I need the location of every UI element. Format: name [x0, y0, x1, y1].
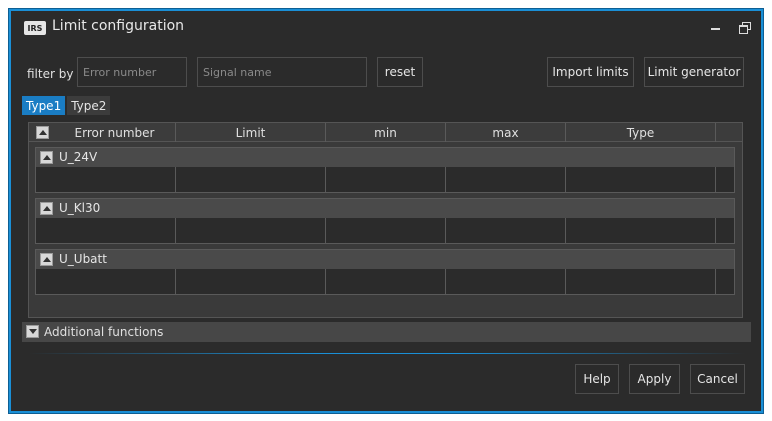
cell-max[interactable] — [446, 167, 566, 192]
divider — [29, 353, 745, 354]
type-tabs: Type1 Type2 — [22, 96, 112, 115]
import-limits-button[interactable]: Import limits — [547, 57, 634, 87]
help-button[interactable]: Help — [575, 364, 619, 394]
group-name: U_24V — [59, 150, 98, 164]
cell-limit[interactable] — [176, 269, 326, 294]
cell-min[interactable] — [326, 269, 446, 294]
cell-type[interactable] — [566, 269, 716, 294]
group-header[interactable]: U_24V — [36, 148, 734, 167]
table-row[interactable] — [36, 167, 734, 192]
cell-error-number[interactable] — [36, 269, 176, 294]
cell-min[interactable] — [326, 167, 446, 192]
cell-limit[interactable] — [176, 167, 326, 192]
reset-button[interactable]: reset — [377, 57, 423, 87]
cell-error-number[interactable] — [36, 218, 176, 243]
group-header[interactable]: U_Kl30 — [36, 199, 734, 218]
expand-icon[interactable] — [26, 325, 39, 338]
title-bar: IRS Limit configuration — [11, 11, 761, 43]
error-number-filter-input[interactable] — [77, 57, 187, 87]
app-logo: IRS — [24, 21, 46, 35]
group-name: U_Kl30 — [59, 201, 101, 215]
group-header[interactable]: U_Ubatt — [36, 250, 734, 269]
group-row-u-24v: U_24V — [35, 147, 735, 193]
collapse-all-icon[interactable] — [36, 126, 49, 139]
column-header-min[interactable]: min — [326, 123, 446, 142]
tab-type2[interactable]: Type2 — [67, 96, 111, 115]
group-row-u-kl30: U_Kl30 — [35, 198, 735, 244]
cell-type[interactable] — [566, 167, 716, 192]
minimize-icon[interactable] — [708, 19, 724, 35]
column-header-max[interactable]: max — [446, 123, 566, 142]
column-header-limit[interactable]: Limit — [176, 123, 326, 142]
restore-icon[interactable] — [737, 19, 753, 35]
tab-type1[interactable]: Type1 — [22, 96, 66, 115]
group-row-u-ubatt: U_Ubatt — [35, 249, 735, 295]
table-row[interactable] — [36, 218, 734, 243]
collapse-icon[interactable] — [40, 202, 53, 215]
cancel-button[interactable]: Cancel — [690, 364, 745, 394]
window-title: Limit configuration — [52, 18, 185, 34]
limits-table: Error number Limit min max Type U_24V U_ — [28, 122, 743, 318]
cell-error-number[interactable] — [36, 167, 176, 192]
cell-limit[interactable] — [176, 218, 326, 243]
limit-configuration-window: IRS Limit configuration filter by reset … — [9, 9, 763, 413]
cell-max[interactable] — [446, 218, 566, 243]
table-header: Error number Limit min max Type — [29, 123, 742, 142]
cell-type[interactable] — [566, 218, 716, 243]
limit-generator-button[interactable]: Limit generator — [644, 57, 744, 87]
group-name: U_Ubatt — [59, 252, 107, 266]
collapse-icon[interactable] — [40, 151, 53, 164]
cell-min[interactable] — [326, 218, 446, 243]
additional-functions-label: Additional functions — [44, 325, 164, 339]
cell-max[interactable] — [446, 269, 566, 294]
column-header-error-number[interactable]: Error number — [54, 123, 176, 142]
apply-button[interactable]: Apply — [629, 364, 680, 394]
column-header-type[interactable]: Type — [566, 123, 716, 142]
table-row[interactable] — [36, 269, 734, 294]
additional-functions-expander[interactable]: Additional functions — [22, 322, 751, 342]
filter-by-label: filter by — [27, 67, 74, 81]
signal-name-filter-input[interactable] — [197, 57, 367, 87]
collapse-icon[interactable] — [40, 253, 53, 266]
